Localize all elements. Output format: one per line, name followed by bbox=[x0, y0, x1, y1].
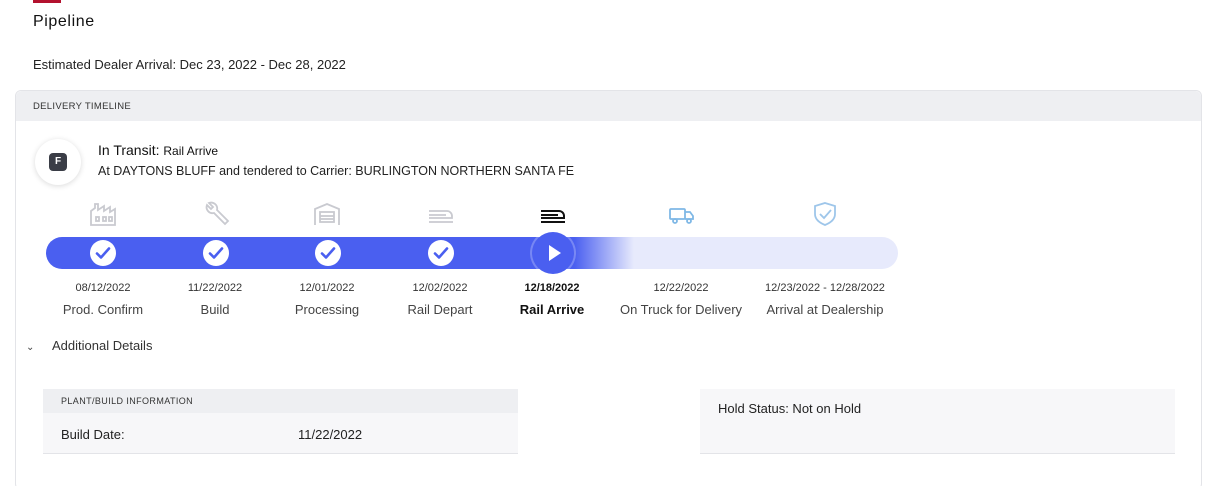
step-date-on-truck: 12/22/2022 bbox=[653, 282, 709, 294]
build-date-label: Build Date: bbox=[61, 427, 125, 442]
plant-build-header: PLANT/BUILD INFORMATION bbox=[43, 389, 518, 413]
step-label-on-truck: On Truck for Delivery bbox=[619, 302, 743, 317]
chevron-down-icon: ⌄ bbox=[26, 342, 35, 353]
additional-details-label: Additional Details bbox=[52, 338, 153, 353]
garage-icon bbox=[312, 201, 342, 227]
train-icon bbox=[426, 201, 456, 227]
truck-icon bbox=[667, 201, 697, 227]
status-description: At DAYTONS BLUFF and tendered to Carrier… bbox=[98, 164, 575, 178]
delivery-timeline-card: DELIVERY TIMELINE F In Transit: Rail Arr… bbox=[15, 90, 1202, 486]
status-value: Rail Arrive bbox=[163, 144, 219, 158]
check-icon bbox=[315, 240, 341, 266]
step-label-rail-arrive: Rail Arrive bbox=[519, 302, 585, 317]
step-date-rail-arrive: 12/18/2022 bbox=[524, 282, 580, 294]
step-date-arrival: 12/23/2022 - 12/28/2022 bbox=[765, 282, 885, 294]
plant-build-panel: PLANT/BUILD INFORMATION Build Date: 11/2… bbox=[43, 389, 518, 454]
check-icon bbox=[90, 240, 116, 266]
check-icon bbox=[203, 240, 229, 266]
brand-accent-bar bbox=[33, 0, 61, 3]
delivery-timeline-header: DELIVERY TIMELINE bbox=[16, 91, 1201, 121]
step-label-arrival: Arrival at Dealership bbox=[766, 302, 884, 317]
status-badge-letter: F bbox=[49, 153, 67, 171]
status-prefix: In Transit: bbox=[98, 142, 160, 158]
hold-status-panel: Hold Status: Not on Hold bbox=[700, 389, 1175, 454]
estimated-arrival: Estimated Dealer Arrival: Dec 23, 2022 -… bbox=[33, 57, 346, 72]
page-title: Pipeline bbox=[33, 13, 95, 30]
check-icon bbox=[428, 240, 454, 266]
status-badge: F bbox=[35, 139, 81, 185]
build-date-value: 11/22/2022 bbox=[298, 427, 363, 442]
factory-icon bbox=[88, 201, 118, 227]
shield-check-icon bbox=[810, 201, 840, 227]
current-step-play-icon bbox=[532, 232, 574, 274]
status-line: In Transit: Rail Arrive bbox=[98, 142, 218, 158]
hold-status: Hold Status: Not on Hold bbox=[718, 401, 862, 416]
additional-details-toggle[interactable]: ⌄ Additional Details bbox=[26, 338, 152, 353]
timeline-progress-track bbox=[46, 237, 898, 269]
wrench-icon bbox=[201, 201, 231, 227]
train-icon-active bbox=[538, 201, 568, 227]
